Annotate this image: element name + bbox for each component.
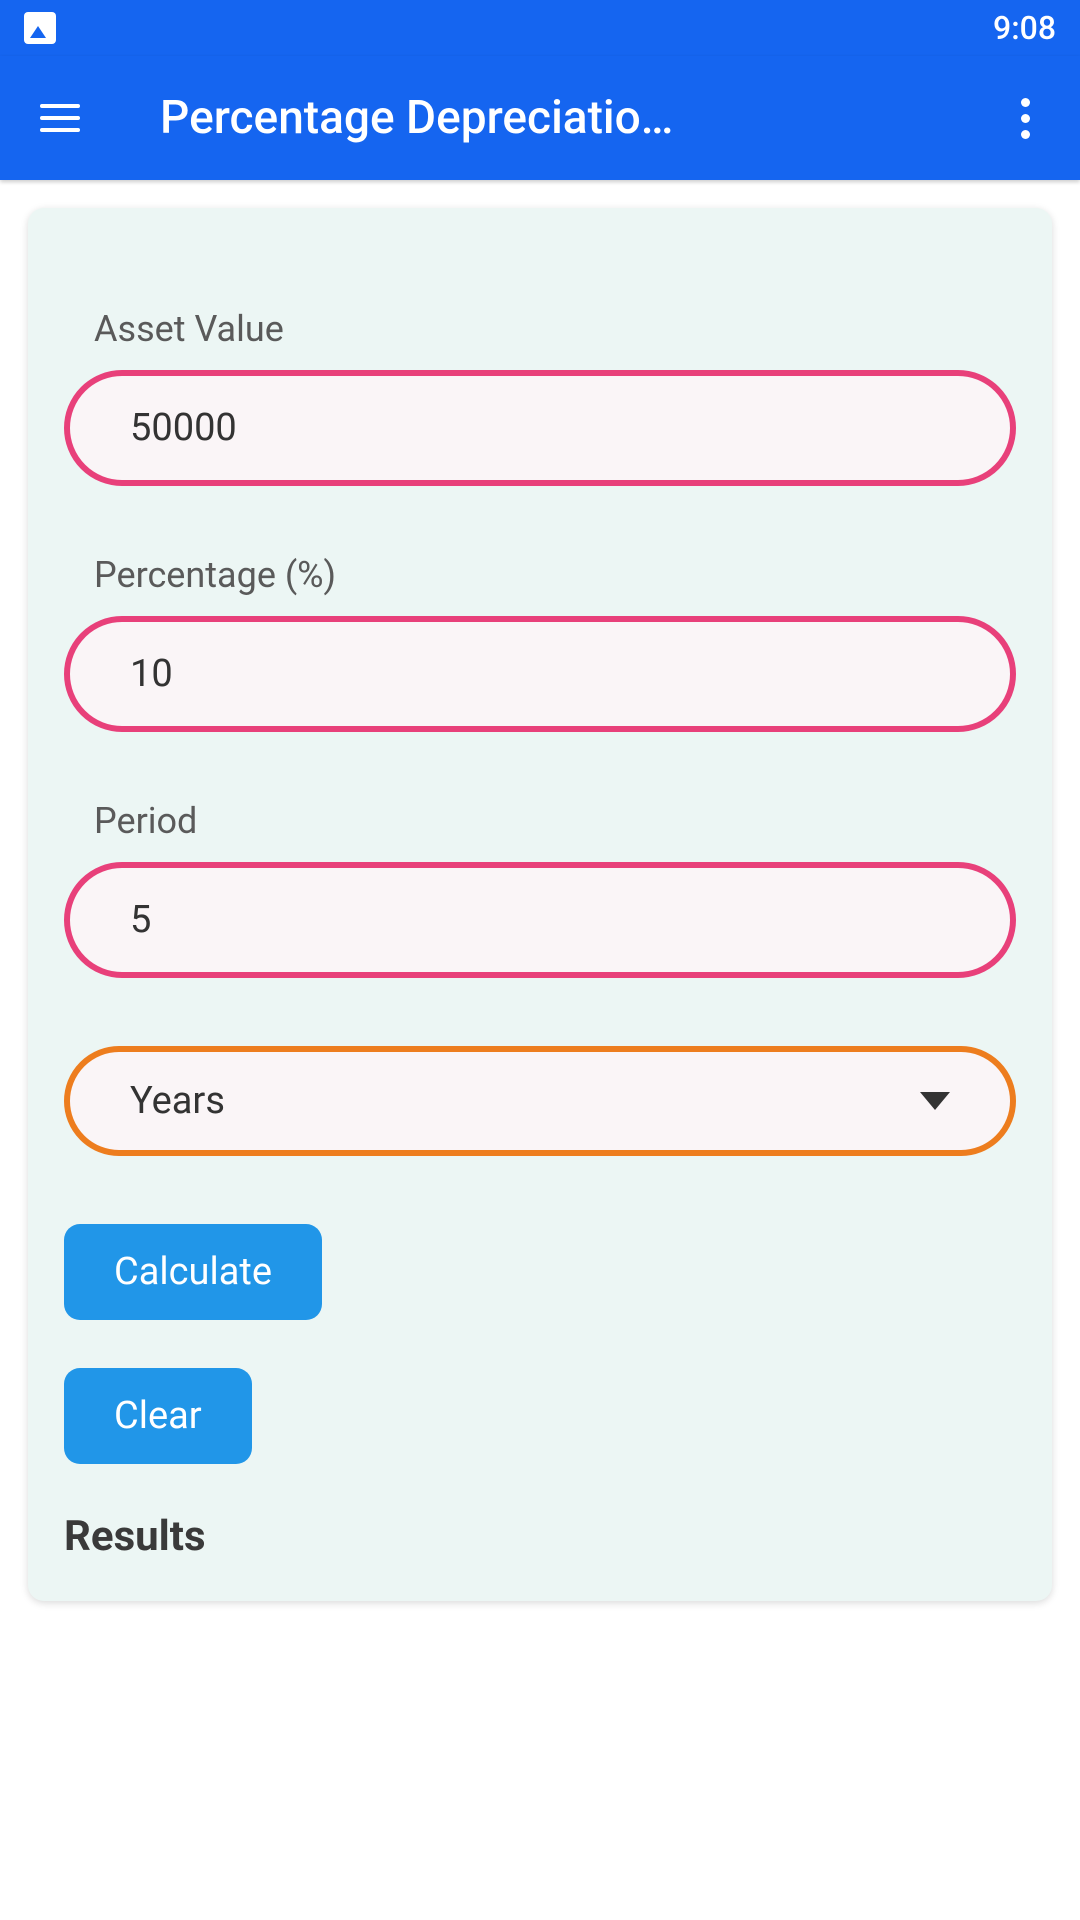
asset-value-group: Asset Value bbox=[64, 308, 1016, 486]
clear-button[interactable]: Clear bbox=[64, 1368, 252, 1464]
chevron-down-icon bbox=[920, 1092, 950, 1110]
period-label: Period bbox=[94, 800, 1016, 842]
period-group: Period bbox=[64, 800, 1016, 978]
app-bar: Percentage Depreciatio… bbox=[0, 56, 1080, 180]
form-card: Asset Value Percentage (%) Period Years … bbox=[28, 208, 1052, 1601]
asset-value-label: Asset Value bbox=[94, 308, 1016, 350]
unit-selected-value: Years bbox=[130, 1079, 225, 1123]
content-area: Asset Value Percentage (%) Period Years … bbox=[0, 180, 1080, 1629]
calculate-button[interactable]: Calculate bbox=[64, 1224, 322, 1320]
unit-group: Years bbox=[64, 1046, 1016, 1156]
results-heading: Results bbox=[64, 1512, 1016, 1561]
period-input[interactable] bbox=[64, 862, 1016, 978]
unit-select[interactable]: Years bbox=[64, 1046, 1016, 1156]
status-bar: 9:08 bbox=[0, 0, 1080, 56]
percentage-label: Percentage (%) bbox=[94, 554, 1016, 596]
percentage-input[interactable] bbox=[64, 616, 1016, 732]
asset-value-input[interactable] bbox=[64, 370, 1016, 486]
page-title: Percentage Depreciatio… bbox=[160, 91, 1011, 145]
more-vert-icon[interactable] bbox=[1011, 88, 1040, 149]
picture-icon bbox=[24, 12, 56, 44]
menu-icon[interactable] bbox=[40, 104, 80, 132]
status-time: 9:08 bbox=[993, 9, 1056, 47]
percentage-group: Percentage (%) bbox=[64, 554, 1016, 732]
